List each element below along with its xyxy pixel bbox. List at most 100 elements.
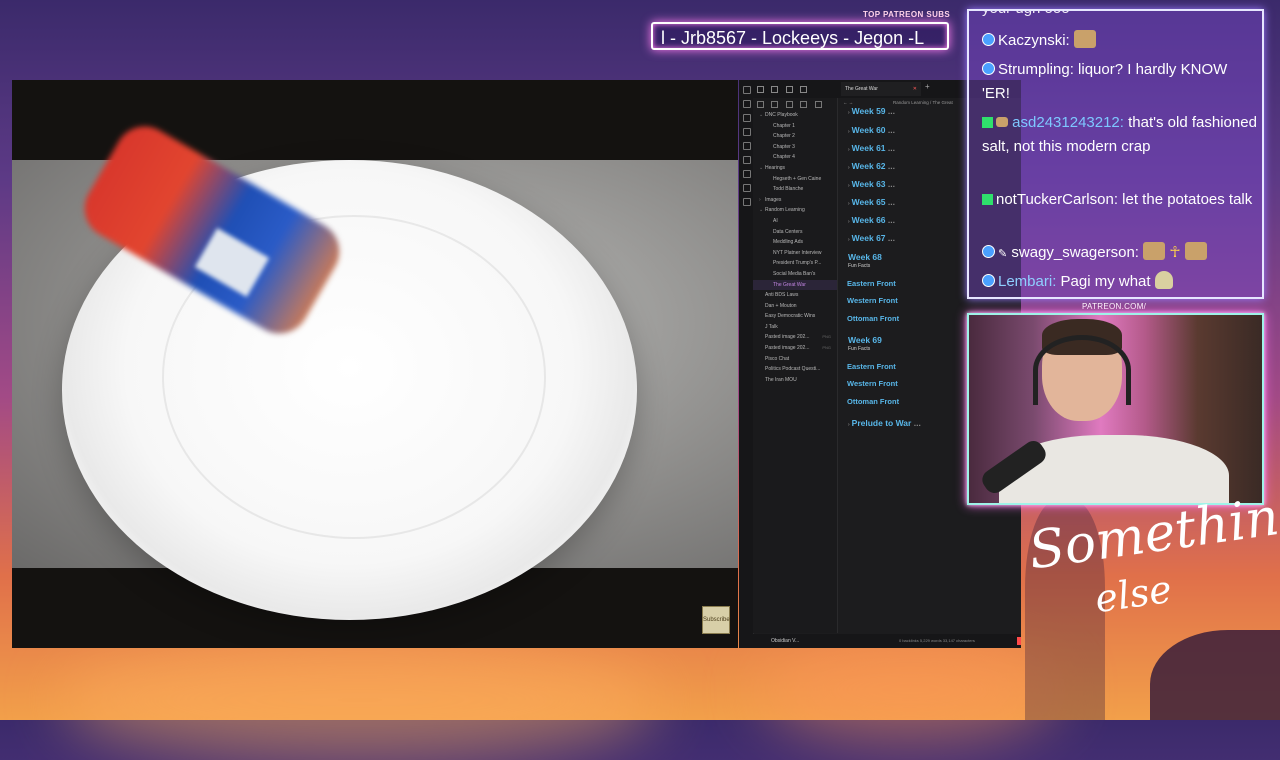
tree-item[interactable]: Anti BDS Laws xyxy=(753,290,837,301)
heading-prelude-to-war[interactable]: › Prelude to War ... xyxy=(848,418,921,428)
tree-item[interactable]: ⌄ DNC Playbook xyxy=(753,110,837,121)
heading-western-front[interactable]: Western Front xyxy=(847,296,898,305)
grid-icon[interactable] xyxy=(743,128,751,136)
tree-item[interactable]: Pasted image 202... PNG xyxy=(753,343,837,354)
tree-item-label: AI xyxy=(773,217,778,224)
chat-line: your ugh ooo xyxy=(982,11,1257,21)
file-icon[interactable] xyxy=(743,100,751,108)
tree-item[interactable]: Chapter 4 xyxy=(753,152,837,163)
tree-item[interactable]: Chapter 1 xyxy=(753,121,837,132)
heading-week-60[interactable]: › Week 60 ... xyxy=(848,125,895,135)
tree-item[interactable]: › Images xyxy=(753,195,837,206)
tree-item[interactable]: Pisco Chat xyxy=(753,354,837,365)
kick-badge-icon xyxy=(982,117,993,128)
breadcrumb-path[interactable]: Random Learning / The Great xyxy=(893,98,953,108)
heading-week-65[interactable]: › Week 65 ... xyxy=(848,197,895,207)
tree-item-label: The Great War xyxy=(773,281,806,288)
tree-item[interactable]: Pasted image 202... PNG xyxy=(753,332,837,343)
tab-the-great-war[interactable]: The Great War ✕ xyxy=(841,82,921,96)
heading-week-66[interactable]: › Week 66 ... xyxy=(848,215,895,225)
tree-item-label: Dan + Mouton xyxy=(765,302,797,309)
tree-item[interactable]: NYT Platner Interview xyxy=(753,248,837,259)
bookmark-icon[interactable] xyxy=(785,86,793,93)
tree-item-label: Hearings xyxy=(765,164,786,171)
page-icon[interactable] xyxy=(800,86,808,93)
heading-week-63[interactable]: › Week 63 ... xyxy=(848,179,895,189)
emote-icon xyxy=(1073,30,1096,48)
terminal-icon[interactable] xyxy=(743,170,751,178)
status-indicator xyxy=(1017,637,1021,645)
pencil-icon: ✎ xyxy=(998,248,1008,260)
heading-western-front[interactable]: Western Front xyxy=(847,379,898,388)
new-folder-icon[interactable] xyxy=(771,101,779,108)
heading-week-62[interactable]: › Week 62 ... xyxy=(848,161,895,171)
tree-item-label: The Iran MOU xyxy=(765,376,797,383)
tag-icon[interactable] xyxy=(743,156,751,164)
new-note-icon[interactable] xyxy=(757,101,764,108)
tree-item[interactable]: The Iran MOU xyxy=(753,375,837,386)
emote-icon xyxy=(1143,242,1166,260)
tree-item-label: Data Centers xyxy=(773,228,803,235)
heading-week-61[interactable]: › Week 61 ... xyxy=(848,143,895,153)
background-glow xyxy=(760,640,1060,740)
heading-eastern-front[interactable]: Eastern Front xyxy=(847,279,896,288)
list-icon[interactable] xyxy=(743,184,751,192)
tree-item-label: Images xyxy=(765,196,782,203)
tree-item[interactable]: Data Centers xyxy=(753,227,837,238)
file-type-badge: PNG xyxy=(822,334,831,340)
badge-icon xyxy=(982,62,995,75)
collapse-icon[interactable] xyxy=(800,101,808,108)
tree-item[interactable]: Social Media Ban's xyxy=(753,269,837,280)
tree-item-label: Meddling Ads xyxy=(773,239,804,246)
tree-item-label: J Talk xyxy=(765,323,778,330)
tree-item[interactable]: Dan + Mouton xyxy=(753,301,837,312)
subscribe-button[interactable]: Subscribe xyxy=(702,606,730,634)
video-player[interactable]: Subscribe xyxy=(12,80,738,648)
tree-item[interactable]: Todd Blanche xyxy=(753,184,837,195)
heading-eastern-front[interactable]: Eastern Front xyxy=(847,362,896,371)
tree-item[interactable]: Meddling Ads xyxy=(753,237,837,248)
fun-facts-label: Fun Facts xyxy=(848,346,871,352)
patreon-url: PATREON.COM/ xyxy=(1082,302,1147,311)
close-icon[interactable] xyxy=(814,101,822,108)
heading-ottoman-front[interactable]: Ottoman Front xyxy=(847,314,899,323)
tree-item[interactable]: The Great War xyxy=(753,279,837,291)
tree-item-label: DNC Playbook xyxy=(765,112,798,118)
search-icon[interactable] xyxy=(771,86,779,93)
vault-switcher[interactable]: Obsidian V... xyxy=(753,634,837,648)
heading-week-69[interactable]: Week 69 Fun Facts xyxy=(848,335,882,352)
tree-item-label: Politics Podcast Questi... xyxy=(765,366,821,373)
chat-line: ✎ swagy_swagerson: ☥ xyxy=(982,241,1257,266)
tree-item[interactable]: Chapter 3 xyxy=(753,142,837,153)
tree-item[interactable]: Politics Podcast Questi... xyxy=(753,364,837,375)
calendar-icon[interactable] xyxy=(743,142,751,150)
badge-icon xyxy=(982,245,995,258)
send-icon[interactable] xyxy=(743,198,751,206)
tree-item-label: Pisco Chat xyxy=(765,355,790,362)
tree-item[interactable]: President Trump's P... xyxy=(753,258,837,269)
tree-item[interactable]: Easy Democratic Wins xyxy=(753,311,837,322)
heading-week-59[interactable]: › Week 59 ... xyxy=(848,108,895,116)
sort-icon[interactable] xyxy=(785,101,793,108)
word-count: 0 backlinks 5,229 words 33,147 character… xyxy=(899,638,975,643)
tree-item-label: Chapter 3 xyxy=(773,143,795,150)
tree-item[interactable]: Hegseth + Gen Caine xyxy=(753,174,837,185)
tree-item[interactable]: ⌄ Hearings xyxy=(753,163,837,174)
sidebar-toggle-icon[interactable] xyxy=(743,86,751,94)
heading-week-68[interactable]: Week 68 Fun Facts xyxy=(848,252,882,269)
fun-facts-label: Fun Facts xyxy=(848,263,871,269)
folder-icon[interactable] xyxy=(757,86,764,93)
heading-week-67[interactable]: › Week 67 ... xyxy=(848,233,895,243)
tree-item[interactable]: AI xyxy=(753,216,837,227)
tree-item[interactable]: ⌄ Random Learning xyxy=(753,205,837,216)
new-tab-icon[interactable]: + xyxy=(925,82,930,91)
obsidian-ribbon xyxy=(739,80,754,648)
chat-overlay: your ugh ooo Kaczynski: Strumpling: liqu… xyxy=(967,9,1264,299)
graph-icon[interactable] xyxy=(743,114,751,122)
heading-ottoman-front[interactable]: Ottoman Front xyxy=(847,397,899,406)
close-tab-icon[interactable]: ✕ xyxy=(913,82,917,96)
tree-item[interactable]: Chapter 2 xyxy=(753,131,837,142)
tree-item[interactable]: J Talk xyxy=(753,322,837,333)
file-tree: ⌄ DNC Playbook Chapter 1 Chapter 2 Chapter 3… xyxy=(753,110,837,385)
back-forward-icon[interactable]: ← → xyxy=(843,98,853,108)
